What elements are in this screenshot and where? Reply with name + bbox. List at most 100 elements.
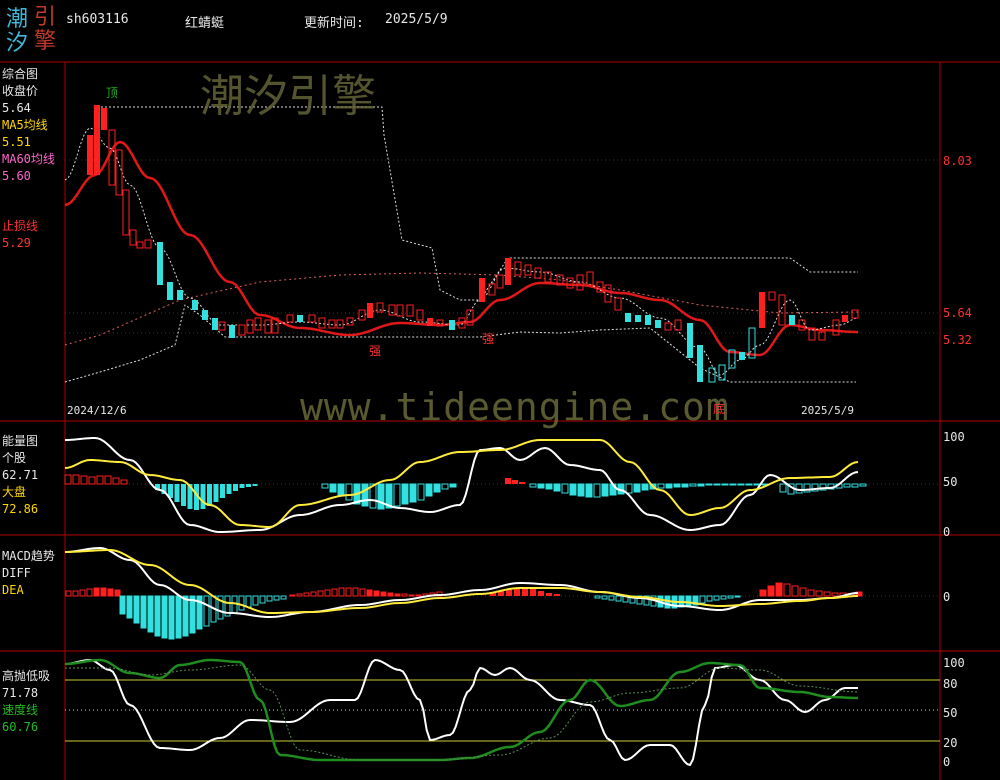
energy-bar-neg: [705, 483, 713, 486]
energy-bar-neg: [561, 483, 569, 494]
macd-bar-pos: [114, 589, 121, 597]
macd-bar-neg: [238, 595, 245, 611]
energy-bar-neg: [246, 484, 251, 487]
energy-bar-neg: [779, 483, 787, 493]
candle: [254, 317, 262, 331]
candle: [505, 258, 511, 285]
candle: [167, 282, 173, 300]
macd-bar-neg: [594, 595, 601, 599]
energy-bar-neg: [601, 483, 609, 497]
macd-bar-neg: [203, 595, 210, 627]
ma60-label: MA60均线: [2, 152, 55, 166]
energy-bar-neg: [545, 483, 553, 490]
energy-bar-neg: [633, 483, 641, 493]
macd-bar-pos: [530, 589, 536, 596]
mark-strong-1: 强: [369, 344, 382, 358]
macd-bar-pos: [807, 589, 815, 597]
macd-bar-neg: [713, 595, 720, 601]
energy-bar-neg: [665, 483, 673, 489]
energy-bar-neg: [207, 484, 212, 506]
macd-bar-pos: [107, 588, 114, 597]
energy-bar-neg: [401, 483, 409, 505]
stop-value: 5.29: [2, 236, 31, 250]
energy-bar-neg: [537, 483, 545, 489]
macd-bar-neg: [161, 595, 168, 639]
energy-bar-pos: [96, 475, 104, 485]
candle: [759, 292, 765, 328]
energy-bar-neg: [529, 483, 537, 488]
macd-bar-pos: [759, 589, 767, 597]
candle: [218, 321, 226, 331]
candle: [534, 267, 542, 279]
macd-bar-pos: [93, 587, 100, 597]
macd-bar-pos: [317, 590, 324, 597]
macd-bar-pos: [815, 590, 823, 597]
macd-bar-neg: [245, 595, 252, 608]
macd-bar-neg: [706, 595, 713, 602]
energy-bar-neg: [220, 484, 225, 498]
macd-bar-neg: [140, 595, 147, 629]
macd-bar-pos: [359, 588, 366, 597]
kdj-scale-50: 50: [943, 706, 958, 720]
macd-bar-pos: [65, 590, 72, 597]
candle: [264, 319, 272, 334]
dea-label: DEA: [2, 583, 24, 597]
candle: [635, 315, 641, 322]
macd-bar-neg: [182, 595, 189, 637]
candle: [136, 241, 144, 249]
candle: [625, 313, 631, 322]
end-date: 2025/5/9: [801, 404, 854, 417]
energy-bar-neg: [239, 484, 245, 488]
energy-bar-neg: [593, 483, 601, 498]
candle: [789, 315, 795, 325]
energy-bar-neg: [361, 483, 369, 507]
energy-bar-pos: [104, 475, 112, 485]
energy-bar-neg: [625, 483, 633, 494]
energy-bar-pos: [120, 479, 128, 485]
mark-top: 顶: [106, 86, 119, 100]
macd-bar-pos: [72, 590, 79, 597]
macd-bar-pos: [791, 585, 799, 597]
macd-bar-pos: [546, 593, 552, 596]
energy-bar-neg: [233, 484, 238, 491]
macd-bar-pos: [775, 582, 783, 597]
energy-bar-neg: [641, 483, 649, 491]
energy-bar-neg: [226, 484, 232, 494]
macd-bar-pos: [538, 591, 544, 596]
candle: [376, 302, 384, 313]
macd-bar-neg: [154, 595, 161, 637]
macd-bar-neg: [119, 595, 126, 615]
kdj-value: 71.78: [2, 686, 39, 700]
macd-bar-pos: [554, 594, 560, 596]
energy-bar-neg: [745, 483, 753, 486]
energy-bar-neg: [681, 483, 689, 488]
macd-bar-neg: [126, 595, 133, 619]
candle: [586, 271, 594, 286]
candle: [297, 315, 303, 322]
kdj-scale-80: 80: [943, 677, 958, 691]
speed-value: 60.76: [2, 720, 39, 734]
candle: [202, 310, 208, 320]
energy-bar-neg: [393, 483, 401, 507]
candle: [358, 309, 366, 321]
panel-macd-title: MACD趋势: [2, 549, 55, 563]
macd-bar-pos: [331, 588, 338, 597]
macd-bar-pos: [767, 585, 775, 597]
candle: [687, 323, 693, 358]
macd-bar-neg: [168, 595, 175, 640]
energy-bar-neg: [729, 483, 737, 486]
candle: [367, 303, 373, 318]
macd-bar-neg: [189, 595, 196, 634]
candle: [157, 242, 163, 285]
energy-bar-neg: [795, 483, 803, 494]
kdj-white-line: [64, 659, 858, 766]
energy-bar-neg: [553, 483, 561, 492]
macd-bar-pos: [345, 587, 352, 597]
stock-energy-value: 62.71: [2, 468, 39, 482]
macd-bar-neg: [266, 595, 273, 602]
macd-bar-neg: [280, 595, 287, 600]
candle: [655, 320, 661, 328]
energy-bar-pos: [88, 476, 96, 485]
energy-bar-neg: [657, 483, 665, 489]
energy-bar-neg: [417, 483, 425, 501]
